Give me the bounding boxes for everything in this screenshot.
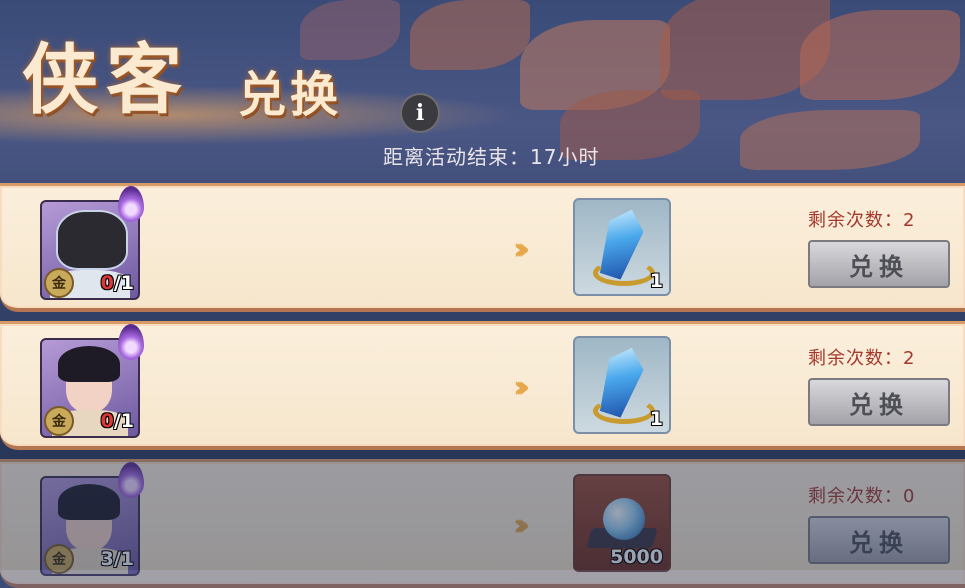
hero-hair — [58, 346, 120, 382]
rank-badge: 金 — [44, 406, 74, 436]
header: 侠客 兑换 i 距离活动结束：17小时 — [0, 0, 965, 185]
rank-badge: 金 — [44, 268, 74, 298]
info-icon[interactable]: i — [402, 95, 438, 131]
double-chevron-right-icon: ››› — [513, 232, 530, 267]
double-chevron-right-icon: ››› — [513, 370, 530, 405]
purple-flame-icon — [118, 186, 144, 222]
reward-quantity: 1 — [649, 270, 663, 292]
exchange-button[interactable]: 兑换 — [808, 240, 950, 288]
purple-flame-icon — [118, 324, 144, 360]
title-sub: 兑换 — [238, 67, 343, 123]
hero-mask — [56, 210, 128, 270]
reward-quantity: 5000 — [610, 546, 663, 568]
exchange-row: 金 0/1 ››› 1 剩余次数：2 兑换 — [0, 321, 965, 450]
reward-item[interactable]: 1 — [573, 198, 671, 296]
remaining-times: 剩余次数：0 — [808, 486, 916, 507]
owned-count: 0/1 — [100, 272, 134, 294]
reward-item[interactable]: 5000 — [573, 474, 671, 572]
hero-hair — [58, 484, 120, 520]
crystal-orb-icon — [603, 498, 645, 540]
remaining-times: 剩余次数：2 — [808, 210, 916, 231]
title-main: 侠客 — [22, 35, 190, 124]
exchange-button[interactable]: 兑换 — [808, 516, 950, 564]
owned-count: 3/1 — [100, 548, 134, 570]
exchange-button[interactable]: 兑换 — [808, 378, 950, 426]
crystal-base — [593, 260, 655, 286]
exchange-row: 金 3/1 ››› 5000 剩余次数：0 兑换 — [0, 459, 965, 588]
double-chevron-right-icon: ››› — [513, 508, 530, 543]
crystal-base — [593, 398, 655, 424]
exchange-row: 金 0/1 ››› 1 剩余次数：2 兑换 — [0, 183, 965, 312]
reward-item[interactable]: 1 — [573, 336, 671, 434]
reward-quantity: 1 — [649, 408, 663, 430]
owned-count: 0/1 — [100, 410, 134, 432]
event-countdown: 距离活动结束：17小时 — [383, 145, 600, 169]
remaining-times: 剩余次数：2 — [808, 348, 916, 369]
purple-flame-icon — [118, 462, 144, 498]
